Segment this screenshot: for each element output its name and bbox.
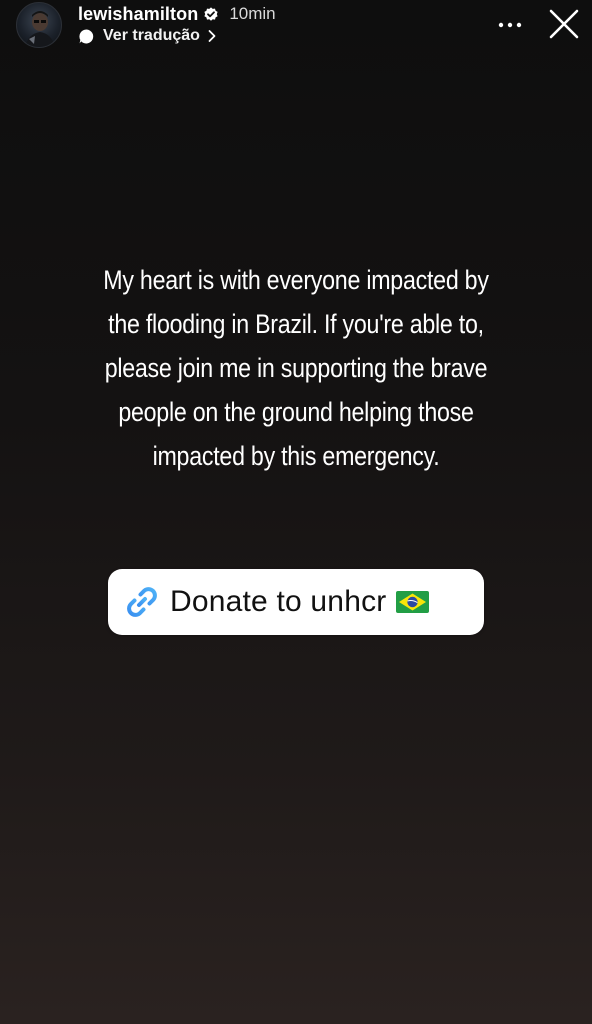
- more-horizontal-icon: [498, 15, 522, 33]
- caption-line: My heart is with everyone impacted by: [103, 265, 489, 295]
- close-icon: [549, 9, 579, 44]
- see-translation-button[interactable]: Ver tradução: [78, 25, 217, 47]
- caption-line: please join me in supporting the brave: [104, 353, 488, 383]
- link-icon: [122, 582, 162, 622]
- donate-link-label: Donate to unhcr: [170, 585, 387, 618]
- more-options-button[interactable]: [494, 10, 526, 38]
- close-button[interactable]: [546, 8, 582, 44]
- avatar[interactable]: [16, 2, 62, 48]
- chevron-right-icon: [207, 29, 217, 43]
- post-time: 10min: [229, 4, 276, 23]
- story-header: lewishamilton 10min Ver tradução: [0, 0, 592, 56]
- see-translation-label: Ver tradução: [103, 27, 200, 44]
- caption-line: people on the ground helping those: [118, 397, 474, 427]
- username[interactable]: lewishamilton: [78, 4, 198, 25]
- chat-bubble-icon: [78, 28, 95, 45]
- caption-line: the flooding in Brazil. If you're able t…: [108, 309, 484, 339]
- verified-badge-icon: [203, 6, 219, 22]
- user-line: lewishamilton 10min: [78, 2, 276, 26]
- story-caption: My heart is with everyone impacted by th…: [90, 258, 503, 478]
- brazil-flag-icon: [396, 591, 430, 613]
- caption-line: impacted by this emergency.: [152, 441, 440, 471]
- donate-link-sticker[interactable]: Donate to unhcr: [108, 569, 484, 635]
- story-viewer: lewishamilton 10min Ver tradução My hear…: [0, 0, 592, 1024]
